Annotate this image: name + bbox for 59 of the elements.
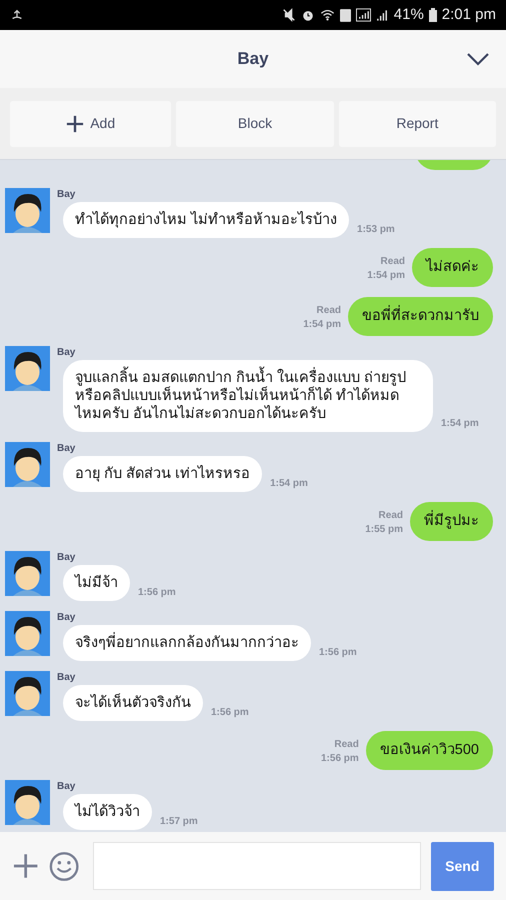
battery-percent: 41% [394,4,424,25]
sender-name: Bay [57,671,76,685]
alarm-icon [300,8,315,22]
message-bubble: อายุ กับ สัดส่วน เท่าไหรหรอ [63,456,262,492]
message-time: 1:54 pm [270,477,308,491]
sender-name: Bay [57,780,76,794]
battery-icon [428,8,437,22]
signal-icon [376,8,389,22]
signal-icon [356,8,371,22]
message-bubble: ไม่มีจ้า [63,565,130,601]
message-time: 1:55 pm [365,523,403,537]
emoji-icon[interactable] [49,850,80,882]
message-bubble: ไม่ได้วิวจ้า [63,794,152,830]
read-receipt: Read [378,509,403,523]
message-bubble: จริงๆพี่อยากแลกกล้องกันมากกว่าอะ [63,625,311,661]
sender-name: Bay [57,346,76,360]
message-time: 1:56 pm [319,646,357,660]
read-receipt: Read [334,738,359,752]
chevron-down-icon[interactable] [466,52,490,66]
message-time: 1:56 pm [321,752,359,766]
message-bubble: ขอเงินค่าวิว500 [366,731,493,770]
message-time: 1:54 pm [303,318,341,332]
mute-icon [282,8,296,22]
message-time: 1:56 pm [138,586,176,600]
message-time: 1:54 pm [441,417,479,431]
message-time: 1:56 pm [211,706,249,720]
add-button[interactable]: Add [10,100,172,146]
message-input[interactable] [92,842,421,890]
message-bubble: จูบแลกลิ้น อมสดแตกปาก กินน้ำ ในเครื่องแบบ ถ่ายรูปหรือคลิปแบบเห็นหน้าหรือไม่เห็นหน้าก็ได้ ทำได้หมดไหมครับ อันไกนไม่สะดวกบอกได้นะครับ [63,360,433,432]
read-receipt: Read [380,255,405,269]
sim-icon [340,8,351,22]
avatar-icon [5,346,50,391]
avatar-icon [5,188,50,233]
message-bubble: ขอพี่ที่สะดวกมารับ [348,297,493,336]
sender-name: Bay [57,551,76,565]
avatar-icon [5,780,50,825]
message-bubble: จะได้เห็นตัวจริงกัน [63,685,203,721]
message-time: 1:53 pm [357,223,395,237]
message-bubble: ทำได้ทุกอย่างไหม ไม่ทำหรือห้ามอะไรบ้าง [63,202,350,238]
chat-title: Bay [237,48,269,70]
action-button[interactable]: Block [176,100,334,146]
clock-time: 2:01 pm [442,4,496,25]
avatar-icon [5,611,50,656]
sender-name: Bay [57,442,76,456]
plus-icon [66,114,84,132]
message-time: 1:57 pm [160,815,198,829]
wifi-icon [320,8,335,22]
sender-name: Bay [57,188,76,202]
sender-name: Bay [57,611,76,625]
avatar-icon [5,442,50,487]
avatar-icon [5,551,50,596]
action-button[interactable]: Report [338,100,496,146]
notification-icon [10,8,24,22]
read-receipt: Read [316,304,341,318]
avatar-icon [5,671,50,716]
message-bubble: พี่มีรูปมะ [410,502,493,541]
plus-icon[interactable] [12,852,40,880]
message-time: 1:54 pm [367,269,405,283]
message-bubble: ไม่สดค่ะ [412,248,493,287]
